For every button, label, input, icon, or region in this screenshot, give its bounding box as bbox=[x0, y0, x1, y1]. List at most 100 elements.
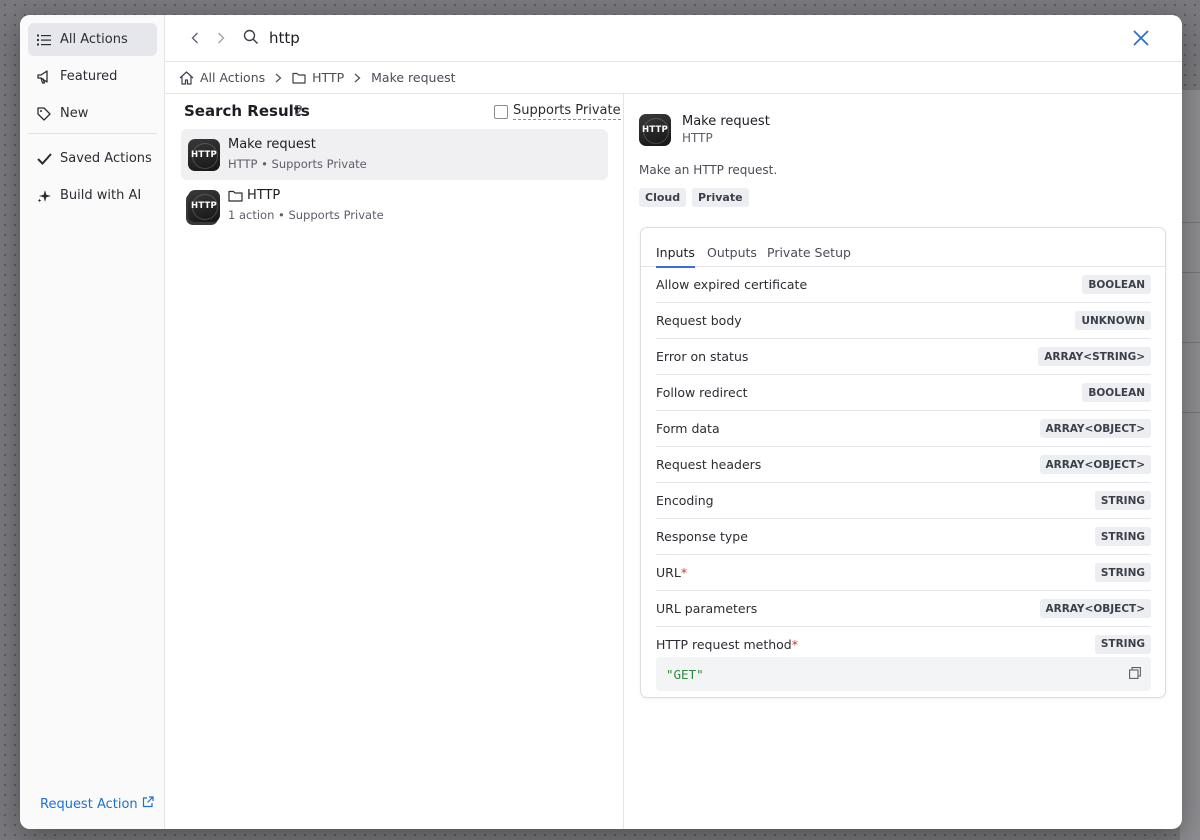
result-subtitle: HTTP • Supports Private bbox=[228, 157, 367, 171]
search-results-panel: Search Results 2 Supports Private HTTP M… bbox=[165, 94, 624, 829]
http-logo-icon: HTTP bbox=[188, 139, 220, 171]
sidebar-item-new[interactable]: New bbox=[28, 97, 157, 130]
list-icon bbox=[36, 32, 52, 48]
request-action-link[interactable]: Request Action bbox=[40, 796, 154, 812]
supports-private-label: Supports Private bbox=[513, 103, 621, 120]
background-app bbox=[1180, 90, 1200, 840]
back-button[interactable] bbox=[187, 29, 203, 47]
input-label-text: URL parameters bbox=[656, 601, 758, 616]
input-row: Request body UNKNOWN bbox=[656, 303, 1151, 339]
input-type-badge: ARRAY<OBJECT> bbox=[1039, 455, 1151, 474]
logo-text: HTTP bbox=[191, 150, 217, 160]
check-icon bbox=[36, 151, 52, 167]
result-subtitle: 1 action • Supports Private bbox=[228, 208, 384, 222]
tag-cloud: Cloud bbox=[639, 188, 687, 207]
input-row: Error on status ARRAY<STRING> bbox=[656, 339, 1151, 375]
tab-inputs[interactable]: Inputs bbox=[656, 245, 695, 268]
tab-private-setup[interactable]: Private Setup bbox=[767, 245, 851, 266]
sidebar-divider bbox=[28, 133, 157, 134]
input-label-text: HTTP request method bbox=[656, 636, 792, 652]
supports-private-filter[interactable]: Supports Private bbox=[494, 103, 621, 120]
input-type-badge: STRING bbox=[1094, 634, 1151, 654]
input-label-text: Request body bbox=[656, 313, 742, 328]
sidebar-item-all-actions[interactable]: All Actions bbox=[28, 23, 157, 56]
copy-icon[interactable] bbox=[1129, 666, 1141, 682]
input-label: URL parameters bbox=[656, 601, 757, 616]
supports-private-checkbox[interactable] bbox=[494, 104, 508, 119]
input-label: URL* bbox=[656, 565, 687, 580]
background-divider bbox=[1182, 222, 1200, 223]
result-item-http-folder[interactable]: HTTP HTTP 1 action • Supports Private bbox=[181, 180, 608, 231]
background-divider bbox=[1182, 342, 1200, 343]
action-catalog-modal: All Actions Featured New Saved Actions B… bbox=[20, 15, 1182, 829]
breadcrumb-label: HTTP bbox=[312, 70, 345, 85]
breadcrumb-label: Make request bbox=[371, 70, 456, 85]
input-label-text: Allow expired certificate bbox=[656, 277, 808, 292]
action-integration: HTTP bbox=[682, 131, 713, 145]
input-label: Request headers bbox=[656, 457, 761, 472]
input-row: Encoding STRING bbox=[656, 483, 1151, 519]
result-item-make-request[interactable]: HTTP Make request HTTP • Supports Privat… bbox=[181, 129, 608, 180]
input-label: Request body bbox=[656, 313, 742, 328]
folder-icon bbox=[292, 72, 306, 84]
input-label: Follow redirect bbox=[656, 385, 747, 400]
background-divider bbox=[1182, 272, 1200, 273]
tab-outputs[interactable]: Outputs bbox=[707, 245, 757, 266]
search-bar bbox=[165, 15, 1182, 62]
breadcrumb: All Actions HTTP Make request bbox=[165, 62, 1182, 94]
input-label-text: Follow redirect bbox=[656, 385, 748, 400]
input-row: Request headers ARRAY<OBJECT> bbox=[656, 447, 1151, 483]
input-label: Response type bbox=[656, 529, 748, 544]
input-row: Form data ARRAY<OBJECT> bbox=[656, 411, 1151, 447]
background-divider bbox=[1182, 412, 1200, 413]
result-title: HTTP bbox=[228, 188, 280, 203]
request-action-label: Request Action bbox=[40, 796, 138, 812]
chevron-right-icon bbox=[218, 32, 225, 44]
input-row: Response type STRING bbox=[656, 519, 1151, 555]
input-type-badge: BOOLEAN bbox=[1082, 275, 1151, 294]
search-input[interactable] bbox=[269, 25, 969, 51]
input-label-text: Form data bbox=[656, 421, 720, 436]
results-title: Search Results bbox=[184, 102, 310, 120]
close-icon bbox=[1133, 30, 1149, 46]
input-type-badge: ARRAY<OBJECT> bbox=[1039, 419, 1151, 438]
sidebar: All Actions Featured New Saved Actions B… bbox=[20, 15, 165, 829]
result-title-text: HTTP bbox=[247, 188, 281, 203]
input-type-badge: UNKNOWN bbox=[1075, 311, 1151, 330]
tag-icon bbox=[36, 106, 52, 122]
search-icon bbox=[243, 29, 259, 48]
input-label-text: Response type bbox=[656, 529, 748, 544]
chevron-right-icon bbox=[354, 73, 361, 83]
breadcrumb-http[interactable]: HTTP bbox=[292, 70, 344, 85]
input-row: Allow expired certificate BOOLEAN bbox=[656, 267, 1151, 303]
action-details-panel: HTTP Make request HTTP Make an HTTP requ… bbox=[624, 94, 1182, 829]
default-value-box: "GET" bbox=[656, 657, 1151, 691]
details-tabs: Inputs Outputs Private Setup bbox=[641, 228, 1165, 268]
input-label: Form data bbox=[656, 421, 720, 436]
breadcrumb-label: All Actions bbox=[200, 70, 266, 85]
breadcrumb-make-request[interactable]: Make request bbox=[371, 70, 455, 85]
breadcrumb-all-actions[interactable]: All Actions bbox=[179, 70, 265, 85]
sidebar-item-saved-actions[interactable]: Saved Actions bbox=[28, 142, 157, 175]
input-label: HTTP request method* bbox=[656, 637, 798, 652]
input-label: Allow expired certificate bbox=[656, 277, 807, 292]
chevron-left-icon bbox=[191, 32, 198, 44]
sidebar-item-build-with-ai[interactable]: Build with AI bbox=[28, 179, 157, 212]
action-description: Make an HTTP request. bbox=[639, 163, 778, 177]
http-logo-icon: HTTP bbox=[188, 190, 220, 222]
forward-button[interactable] bbox=[213, 29, 229, 47]
inputs-card: Inputs Outputs Private Setup Allow expir… bbox=[640, 227, 1166, 698]
logo-text: HTTP bbox=[642, 125, 668, 135]
input-type-badge: STRING bbox=[1094, 563, 1151, 582]
input-label-text: Encoding bbox=[656, 493, 714, 508]
default-value: "GET" bbox=[666, 666, 704, 682]
required-marker: * bbox=[680, 565, 688, 580]
input-type-badge: STRING bbox=[1094, 527, 1151, 546]
input-label: Error on status bbox=[656, 349, 748, 364]
input-label-text: Request headers bbox=[656, 457, 762, 472]
sidebar-item-label: Build with AI bbox=[60, 188, 142, 203]
sidebar-item-featured[interactable]: Featured bbox=[28, 60, 157, 93]
input-row: URL parameters ARRAY<OBJECT> bbox=[656, 591, 1151, 627]
folder-icon bbox=[228, 190, 243, 202]
close-button[interactable] bbox=[1130, 27, 1152, 49]
